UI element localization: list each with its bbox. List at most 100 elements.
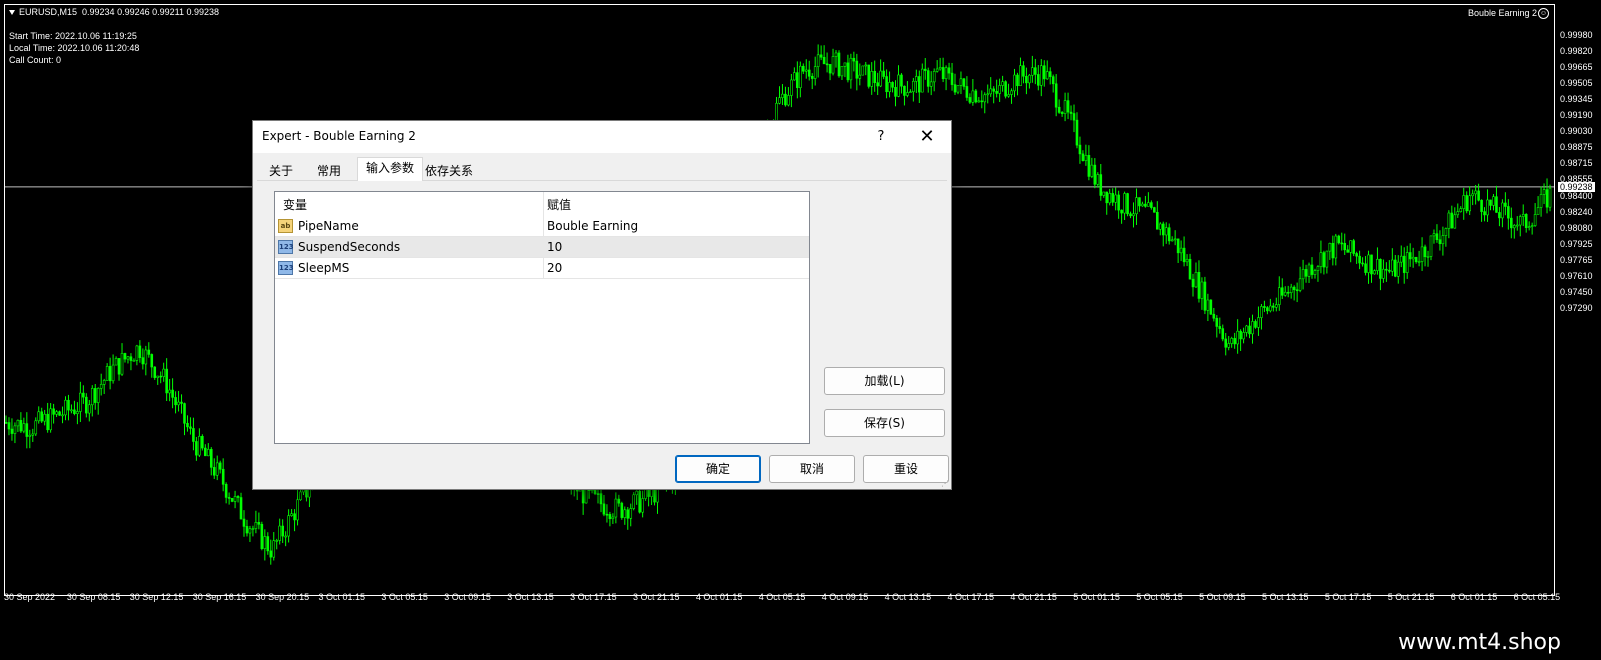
candle-body — [123, 353, 127, 360]
candle-body — [596, 493, 600, 495]
candle-body — [93, 388, 97, 403]
tab-inputs[interactable]: 输入参数 — [357, 157, 424, 182]
candle-body — [46, 413, 49, 431]
ohlc-values: 0.99234 0.99246 0.99211 0.99238 — [82, 7, 219, 17]
candle-body — [653, 487, 656, 503]
candle-body — [790, 79, 793, 96]
candle-body — [1248, 325, 1251, 335]
candle-body — [150, 354, 154, 368]
candle-body — [1173, 238, 1177, 241]
candle-body — [1325, 250, 1329, 268]
help-button[interactable]: ? — [871, 127, 891, 147]
candle-body — [1197, 272, 1201, 299]
dialog-titlebar[interactable]: Expert - Bouble Earning 2 ? ✕ — [253, 121, 951, 153]
candle-body — [1048, 71, 1052, 77]
candle-body — [1364, 263, 1367, 273]
candle-body — [1391, 259, 1394, 272]
inputs-tab-panel: 变量 赋值 ab PipeName Bouble Earning 123 Sus… — [257, 181, 947, 453]
candle-body — [1236, 330, 1239, 345]
candle-body — [1123, 193, 1126, 214]
candle-body — [1251, 321, 1254, 335]
candle-body — [828, 64, 832, 74]
candle-body — [99, 384, 103, 389]
time-tick-label: 4 Oct 21:15 — [1010, 592, 1057, 602]
candle-body — [1254, 321, 1257, 328]
time-tick-label: 30 Sep 20:15 — [255, 592, 310, 602]
symbol-header[interactable]: EURUSD,M15 0.99234 0.99246 0.99211 0.992… — [9, 6, 219, 18]
candle-body — [1164, 227, 1168, 236]
tab-about[interactable]: 关于 — [261, 161, 301, 181]
expert-name-label[interactable]: Bouble Earning 2 — [1468, 8, 1537, 18]
candle-body — [1521, 214, 1525, 217]
candle-body — [1379, 258, 1382, 279]
table-row[interactable]: 123 SuspendSeconds 10 — [275, 237, 809, 258]
candle-body — [638, 490, 641, 513]
candle-body — [834, 52, 838, 57]
time-tick-label: 4 Oct 13:15 — [884, 592, 932, 602]
dropdown-arrow-icon[interactable] — [9, 10, 15, 16]
candle-body — [956, 85, 960, 93]
candle-body — [623, 509, 627, 518]
candle-body — [1209, 299, 1213, 315]
reset-button[interactable]: 重设 — [863, 455, 949, 483]
candle-body — [1191, 278, 1195, 288]
table-row[interactable]: ab PipeName Bouble Earning — [275, 216, 809, 237]
ok-button[interactable]: 确定 — [675, 455, 761, 483]
param-value[interactable]: 20 — [547, 261, 562, 275]
candle-body — [1513, 225, 1516, 229]
column-header-variable[interactable]: 变量 — [283, 196, 307, 213]
candle-body — [909, 91, 912, 94]
candle-body — [593, 489, 597, 494]
candle-body — [49, 408, 52, 431]
close-button[interactable]: ✕ — [917, 127, 937, 147]
candle-body — [614, 498, 618, 518]
candle-body — [290, 513, 293, 516]
candle-body — [1158, 223, 1162, 230]
candle-body — [1411, 256, 1415, 260]
cancel-button[interactable]: 取消 — [769, 455, 855, 483]
candle-body — [1126, 193, 1129, 215]
candle-body — [144, 349, 148, 365]
time-tick-label: 6 Oct 01:15 — [1450, 592, 1498, 602]
candle-body — [1495, 196, 1498, 213]
candle-body — [287, 515, 290, 537]
candle-body — [1352, 240, 1355, 254]
price-tick-label: 0.99980 — [1560, 30, 1593, 40]
candle-body — [28, 434, 32, 437]
tab-dependencies[interactable]: 依存关系 — [417, 161, 481, 181]
smiley-icon[interactable]: ☺ — [1538, 8, 1549, 19]
time-tick-label: 5 Oct 09:15 — [1199, 592, 1246, 602]
current-price-label: 0.99238 — [1558, 182, 1595, 192]
candle-body — [156, 375, 160, 378]
resize-grip-icon[interactable]: ⋰ — [941, 479, 949, 488]
column-header-value[interactable]: 赋值 — [547, 196, 571, 213]
candle-body — [953, 84, 957, 93]
candle-body — [1057, 106, 1061, 113]
dialog-title: Expert - Bouble Earning 2 — [262, 129, 416, 143]
save-button[interactable]: 保存(S) — [824, 409, 945, 437]
tab-common[interactable]: 常用 — [309, 161, 349, 181]
candle-body — [1203, 281, 1207, 311]
ea-status-panel: Start Time: 2022.10.06 11:19:25 Local Ti… — [9, 30, 139, 66]
candle-body — [816, 54, 820, 67]
candle-body — [162, 368, 165, 377]
candle-body — [1156, 211, 1159, 230]
candle-body — [1542, 189, 1546, 195]
candle-body — [1087, 155, 1091, 177]
candle-body — [1361, 262, 1364, 265]
param-value[interactable]: 10 — [547, 240, 562, 254]
candle-body — [1230, 338, 1233, 344]
load-button[interactable]: 加载(L) — [824, 367, 945, 395]
candle-body — [1257, 317, 1260, 328]
param-value[interactable]: Bouble Earning — [547, 219, 638, 233]
candle-body — [846, 62, 850, 81]
candle-body — [831, 56, 835, 74]
parameters-table[interactable]: 变量 赋值 ab PipeName Bouble Earning 123 Sus… — [274, 191, 810, 444]
candle-body — [22, 423, 26, 432]
candle-body — [1319, 252, 1323, 267]
candle-body — [1426, 256, 1430, 258]
candle-body — [1096, 174, 1100, 185]
table-row[interactable]: 123 SleepMS 20 — [275, 258, 809, 279]
candle-body — [85, 396, 88, 414]
candle-body — [1144, 203, 1147, 207]
